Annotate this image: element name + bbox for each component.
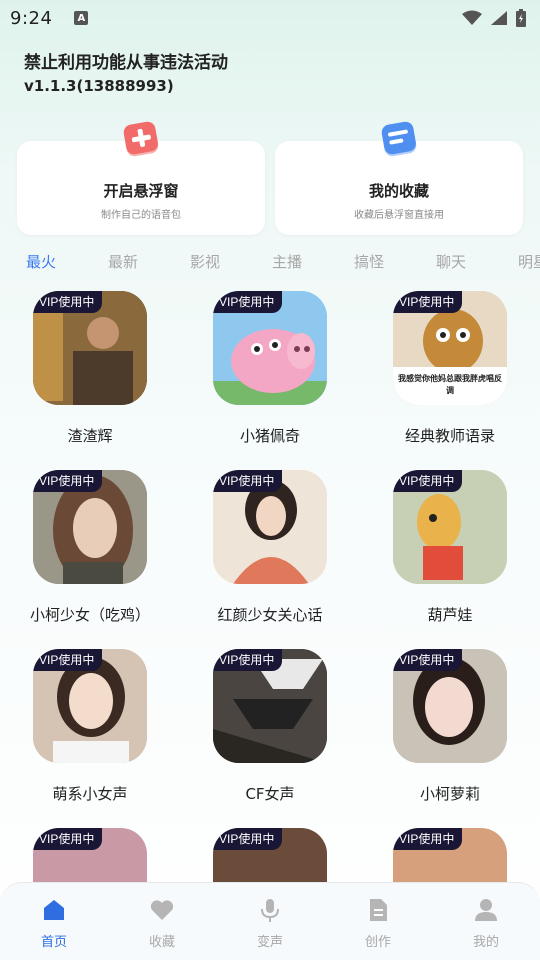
tab-celebrities[interactable]: 明星: [518, 251, 540, 272]
voice-pack-name: 小猪佩奇: [239, 427, 300, 445]
open-floating-window-card[interactable]: 开启悬浮窗 制作自己的语音包: [17, 121, 265, 235]
notice-text: 禁止利用功能从事违法活动: [24, 53, 228, 73]
card-title: 我的收藏: [368, 182, 429, 200]
tab-newest[interactable]: 最新: [108, 251, 138, 272]
vip-badge: VIP使用中: [393, 649, 463, 671]
vip-badge: VIP使用中: [213, 291, 283, 313]
status-time: 9:24: [10, 7, 53, 29]
home-icon: [44, 900, 64, 920]
vip-badge: VIP使用中: [393, 470, 463, 492]
meme-caption: 我感觉你他妈总跟我胖虎唱反调: [398, 374, 502, 395]
voice-pack-name: 红颜少女关心话: [217, 606, 323, 624]
category-tabs: 最火 最新 影视 主播 搞怪 聊天 明星: [0, 251, 540, 275]
nav-voice-changer[interactable]: 变声: [216, 883, 324, 960]
signal-icon: [491, 11, 507, 25]
mic-icon: [261, 899, 279, 922]
vip-badge: VIP使用中: [393, 291, 463, 313]
voice-pack-name: 小柯萝莉: [419, 785, 480, 803]
voice-pack-thumbnail: VIP使用中: [393, 470, 507, 584]
vip-badge: VIP使用中: [213, 828, 283, 850]
voice-pack-thumbnail: VIP使用中: [393, 649, 507, 763]
voice-pack-name: 小柯少女（吃鸡）: [29, 606, 150, 624]
tab-funny[interactable]: 搞怪: [354, 251, 384, 272]
vip-badge: VIP使用中: [33, 649, 103, 671]
vip-badge: VIP使用中: [393, 828, 463, 850]
notification-a-icon: A: [74, 11, 89, 25]
card-title: 开启悬浮窗: [103, 182, 179, 200]
card-subtitle: 收藏后悬浮窗直接用: [354, 210, 444, 221]
my-favorites-card[interactable]: 我的收藏 收藏后悬浮窗直接用: [275, 121, 523, 235]
voice-pack-thumbnail: VIP使用中: [33, 470, 147, 584]
card-subtitle: 制作自己的语音包: [101, 210, 181, 221]
voice-pack-thumbnail: VIP使用中: [33, 291, 147, 405]
tab-movies[interactable]: 影视: [190, 251, 220, 272]
voice-pack-thumbnail: VIP使用中: [213, 291, 327, 405]
voice-pack-item[interactable]: VIP使用中 渣渣辉: [0, 291, 180, 446]
list-icon: [381, 121, 417, 157]
document-icon: [370, 899, 387, 921]
vip-badge: VIP使用中: [33, 291, 103, 313]
nav-label: 变声: [256, 935, 283, 950]
vip-badge: VIP使用中: [33, 470, 103, 492]
plus-icon: [123, 121, 159, 157]
voice-pack-name: 葫芦娃: [427, 606, 473, 624]
wifi-icon: [462, 10, 482, 25]
voice-pack-name: CF女声: [245, 785, 295, 803]
nav-favorites[interactable]: 收藏: [108, 883, 216, 960]
bottom-nav: 首页 收藏 变声 创作 我的: [0, 882, 540, 960]
person-icon: [475, 899, 497, 921]
tab-hottest[interactable]: 最火: [26, 251, 56, 272]
voice-pack-item[interactable]: VIP使用中 小柯萝莉: [360, 649, 540, 804]
nav-profile[interactable]: 我的: [432, 883, 540, 960]
voice-pack-name: 经典教师语录: [404, 427, 495, 445]
status-bar: 9:24 A: [0, 0, 540, 36]
voice-pack-thumbnail: VIP使用中: [213, 470, 327, 584]
nav-create[interactable]: 创作: [324, 883, 432, 960]
tab-chat[interactable]: 聊天: [436, 251, 466, 272]
status-left: 9:24 A: [10, 7, 89, 29]
voice-pack-item[interactable]: VIP使用中 CF女声: [180, 649, 360, 804]
vip-badge: VIP使用中: [33, 828, 103, 850]
voice-pack-thumbnail: VIP使用中: [33, 649, 147, 763]
battery-icon: [516, 9, 526, 27]
voice-pack-item[interactable]: VIP使用中 小柯少女（吃鸡）: [0, 470, 180, 625]
vip-badge: VIP使用中: [213, 470, 283, 492]
nav-label: 首页: [40, 935, 67, 950]
nav-label: 创作: [364, 935, 391, 950]
version-text: v1.1.3(13888993): [24, 77, 174, 95]
status-right: [462, 9, 526, 27]
voice-pack-name: 萌系小女声: [52, 785, 128, 803]
voice-pack-item[interactable]: VIP使用中 红颜少女关心话: [180, 470, 360, 625]
tab-streamers[interactable]: 主播: [272, 251, 302, 272]
voice-pack-item[interactable]: VIP使用中 小猪佩奇: [180, 291, 360, 446]
voice-pack-item[interactable]: VIP使用中 葫芦娃: [360, 470, 540, 625]
voice-pack-thumbnail: VIP使用中: [213, 649, 327, 763]
vip-badge: VIP使用中: [213, 649, 283, 671]
nav-label: 我的: [472, 935, 499, 950]
heart-icon: [150, 900, 174, 920]
header: 禁止利用功能从事违法活动 v1.1.3(13888993): [24, 48, 228, 95]
nav-label: 收藏: [148, 935, 175, 950]
voice-pack-item[interactable]: VIP使用中 萌系小女声: [0, 649, 180, 804]
nav-home[interactable]: 首页: [0, 883, 108, 960]
voice-pack-name: 渣渣辉: [67, 427, 113, 445]
voice-pack-item[interactable]: VIP使用中 我感觉你他妈总跟我胖虎唱反调 经典教师语录: [360, 291, 540, 446]
voice-pack-thumbnail: VIP使用中 我感觉你他妈总跟我胖虎唱反调: [393, 291, 507, 405]
